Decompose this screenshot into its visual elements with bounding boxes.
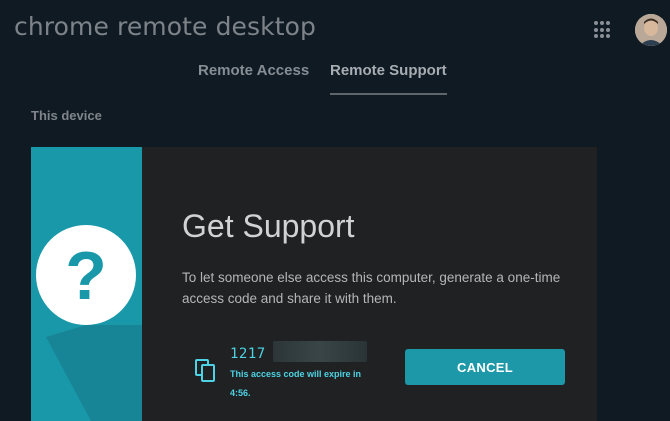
copy-icon[interactable] (195, 359, 217, 383)
access-code-redaction (273, 341, 367, 362)
card-description: To let someone else access this computer… (182, 270, 561, 306)
card-title: Get Support (182, 208, 355, 244)
active-tab-indicator (330, 93, 447, 95)
tab-remote-support[interactable]: Remote Support (330, 62, 447, 79)
expiry-text: This access code will expire in 4:56. (230, 369, 362, 398)
apps-grid-icon[interactable] (594, 21, 612, 39)
tab-remote-access[interactable]: Remote Access (198, 62, 309, 79)
question-mark-icon: ? (36, 225, 142, 421)
get-support-card: ? Get Support To let someone else access… (31, 147, 597, 421)
card-side-panel: ? (31, 147, 142, 421)
app-title: chrome remote desktop (14, 12, 317, 41)
cancel-button[interactable]: CANCEL (405, 349, 565, 385)
svg-text:?: ? (65, 238, 107, 314)
user-avatar[interactable] (635, 14, 667, 46)
access-code: 1217 (230, 346, 266, 362)
section-label: This device (31, 108, 102, 123)
